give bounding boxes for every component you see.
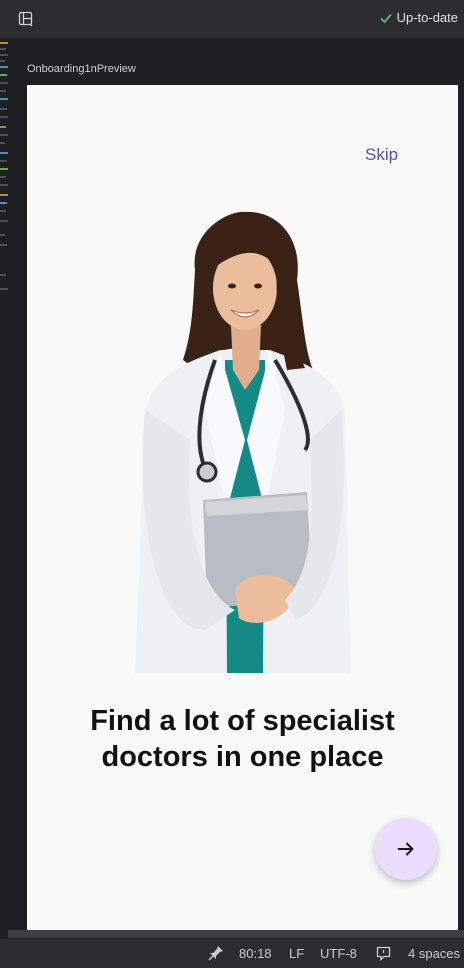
check-icon bbox=[379, 13, 392, 23]
sync-status[interactable]: Up-to-date bbox=[379, 10, 458, 25]
horizontal-scrollbar[interactable] bbox=[8, 930, 464, 938]
pin-icon[interactable] bbox=[208, 945, 224, 961]
onboarding-headline: Find a lot of specialist doctors in one … bbox=[27, 703, 458, 775]
cursor-position[interactable]: 80:18 bbox=[239, 946, 272, 961]
onboarding-screen: Skip Find a lot of specialist doctors in… bbox=[27, 85, 458, 930]
line-ending[interactable]: LF bbox=[289, 946, 304, 961]
top-toolbar: Up-to-date bbox=[0, 0, 464, 39]
skip-button[interactable]: Skip bbox=[365, 145, 398, 165]
status-text: Up-to-date bbox=[396, 10, 458, 25]
arrow-right-icon bbox=[397, 842, 414, 856]
file-encoding[interactable]: UTF-8 bbox=[320, 946, 357, 961]
indent-setting[interactable]: 4 spaces bbox=[408, 946, 460, 961]
preview-label: Onboarding1nPreview bbox=[27, 63, 136, 75]
layout-icon[interactable] bbox=[18, 11, 34, 27]
headline-line-2: doctors in one place bbox=[101, 741, 384, 773]
status-bar: 80:18 LF UTF-8 4 spaces bbox=[0, 938, 464, 968]
code-minimap bbox=[0, 38, 8, 938]
notification-icon[interactable] bbox=[376, 946, 391, 961]
next-button[interactable] bbox=[375, 818, 437, 880]
headline-line-1: Find a lot of specialist bbox=[90, 705, 395, 737]
doctor-illustration bbox=[135, 211, 351, 673]
